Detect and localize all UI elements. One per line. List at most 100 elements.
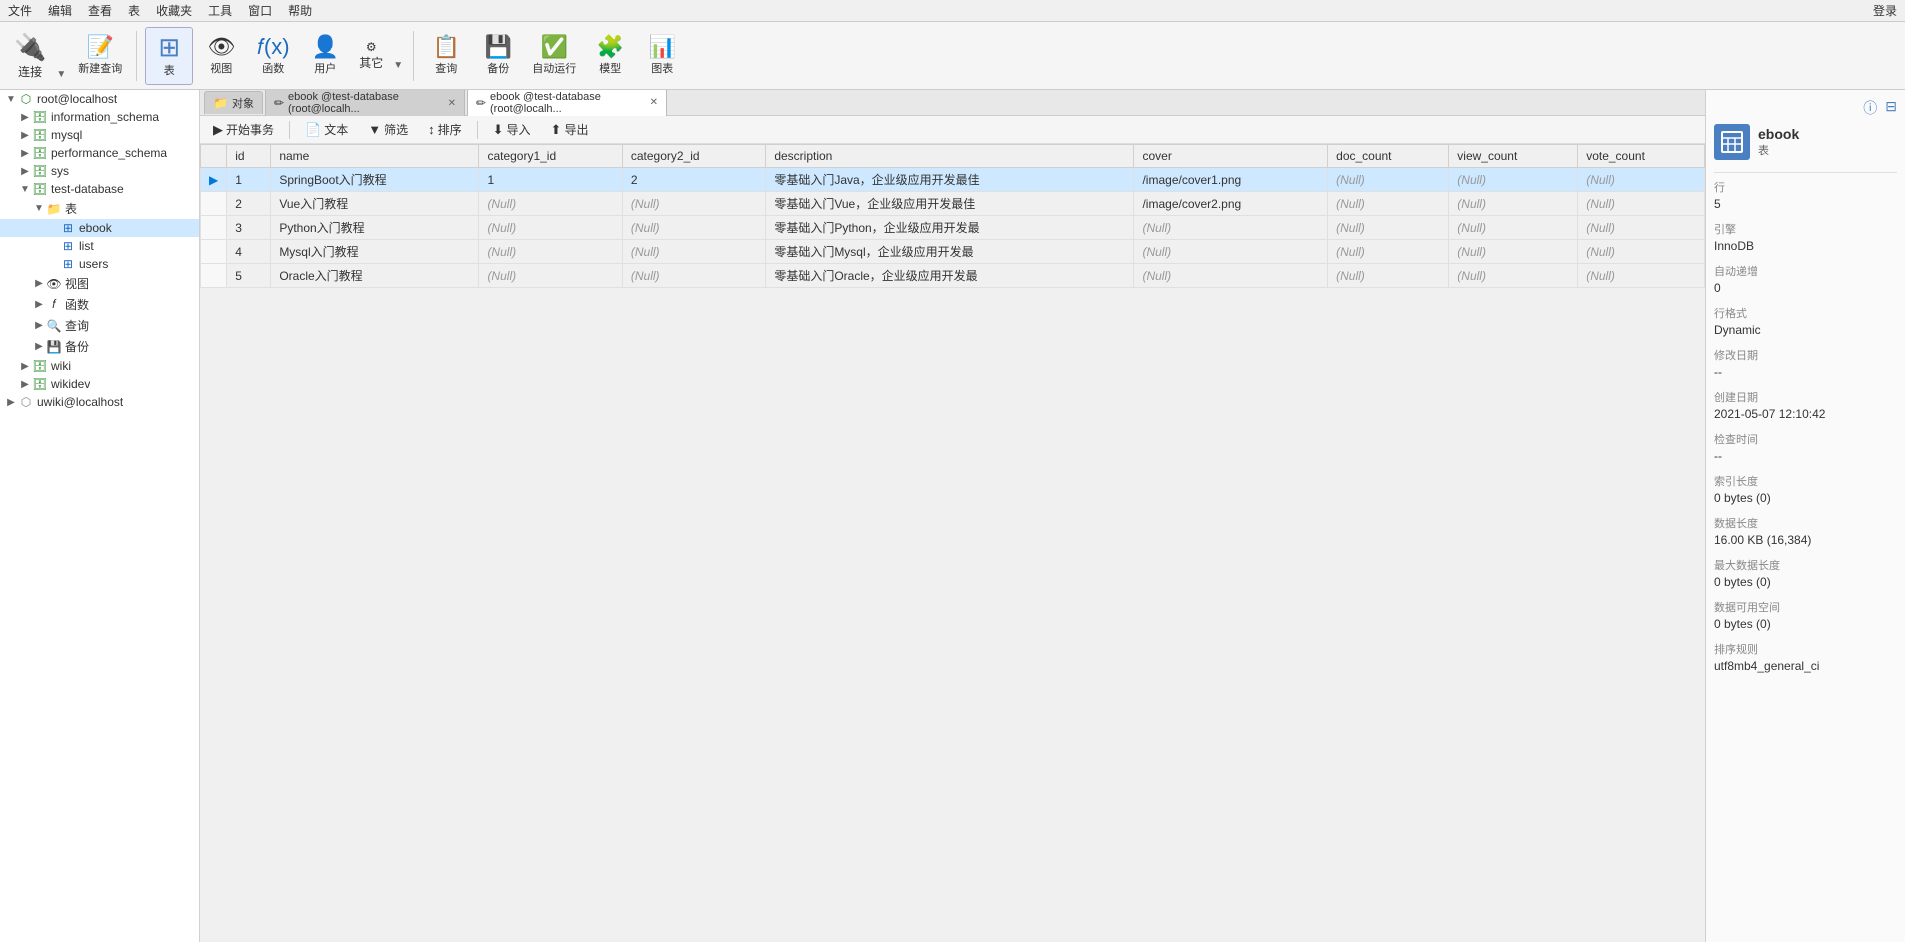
cell-category1_id[interactable]: (Null) bbox=[479, 240, 622, 264]
table-row[interactable]: 5Oracle入门教程(Null)(Null)零基础入门Oracle，企业级应用… bbox=[201, 264, 1705, 288]
th-id[interactable]: id bbox=[227, 145, 271, 168]
cell-category2_id[interactable]: (Null) bbox=[622, 192, 765, 216]
view-button[interactable]: 👁 视图 bbox=[197, 27, 245, 85]
sort-button[interactable]: ↕ 排序 bbox=[421, 118, 469, 141]
th-view-count[interactable]: view_count bbox=[1449, 145, 1578, 168]
sidebar-item-backup-group[interactable]: ▶ 💾 备份 bbox=[0, 336, 199, 357]
menu-view[interactable]: 查看 bbox=[88, 2, 112, 19]
cell-cover[interactable]: (Null) bbox=[1134, 240, 1328, 264]
cell-vote_count[interactable]: (Null) bbox=[1578, 264, 1705, 288]
table-button[interactable]: ⊞ 表 bbox=[145, 27, 193, 85]
autorun-button[interactable]: ✅ 自动运行 bbox=[526, 27, 582, 85]
cell-cover[interactable]: (Null) bbox=[1134, 216, 1328, 240]
cell-name[interactable]: Vue入门教程 bbox=[271, 192, 479, 216]
th-cover[interactable]: cover bbox=[1134, 145, 1328, 168]
cell-category2_id[interactable]: 2 bbox=[622, 168, 765, 192]
cell-doc_count[interactable]: (Null) bbox=[1328, 264, 1449, 288]
login-button[interactable]: 登录 bbox=[1873, 2, 1897, 19]
cell-vote_count[interactable]: (Null) bbox=[1578, 192, 1705, 216]
new-query-button[interactable]: 📝 新建查询 bbox=[72, 27, 128, 85]
filter-button[interactable]: ▼ 筛选 bbox=[361, 118, 415, 141]
menu-help[interactable]: 帮助 bbox=[288, 2, 312, 19]
table-row[interactable]: 4Mysql入门教程(Null)(Null)零基础入门Mysql，企业级应用开发… bbox=[201, 240, 1705, 264]
rp-close-button[interactable]: ⊟ bbox=[1885, 98, 1897, 118]
th-description[interactable]: description bbox=[766, 145, 1134, 168]
cell-name[interactable]: Mysql入门教程 bbox=[271, 240, 479, 264]
menu-table[interactable]: 表 bbox=[128, 2, 140, 19]
sidebar-item-uwiki-localhost[interactable]: ▶ ⬡ uwiki@localhost bbox=[0, 393, 199, 411]
cell-category1_id[interactable]: (Null) bbox=[479, 216, 622, 240]
table-row[interactable]: ▶1SpringBoot入门教程12零基础入门Java，企业级应用开发最佳/im… bbox=[201, 168, 1705, 192]
sidebar-item-test-database[interactable]: ▼ 🗄 test-database bbox=[0, 180, 199, 198]
cell-doc_count[interactable]: (Null) bbox=[1328, 240, 1449, 264]
sidebar-item-ebook[interactable]: ⊞ ebook bbox=[0, 219, 199, 237]
cell-description[interactable]: 零基础入门Python，企业级应用开发最 bbox=[766, 216, 1134, 240]
cell-name[interactable]: Oracle入门教程 bbox=[271, 264, 479, 288]
cell-view_count[interactable]: (Null) bbox=[1449, 240, 1578, 264]
cell-description[interactable]: 零基础入门Java，企业级应用开发最佳 bbox=[766, 168, 1134, 192]
cell-category1_id[interactable]: (Null) bbox=[479, 192, 622, 216]
menu-favorites[interactable]: 收藏夹 bbox=[156, 2, 192, 19]
query-button[interactable]: 📋 查询 bbox=[422, 27, 470, 85]
cell-cover[interactable]: (Null) bbox=[1134, 264, 1328, 288]
sidebar-item-wiki[interactable]: ▶ 🗄 wiki bbox=[0, 357, 199, 375]
sidebar-item-wikidev[interactable]: ▶ 🗄 wikidev bbox=[0, 375, 199, 393]
other-dropdown[interactable]: ▼ bbox=[391, 58, 405, 73]
import-button[interactable]: ⬇ 导入 bbox=[486, 118, 538, 141]
cell-name[interactable]: SpringBoot入门教程 bbox=[271, 168, 479, 192]
sidebar-item-mysql[interactable]: ▶ 🗄 mysql bbox=[0, 126, 199, 144]
cell-doc_count[interactable]: (Null) bbox=[1328, 192, 1449, 216]
begin-trans-button[interactable]: ▶ 开始事务 bbox=[206, 118, 281, 141]
menu-tools[interactable]: 工具 bbox=[208, 2, 232, 19]
connect-dropdown[interactable]: ▼ bbox=[54, 67, 68, 82]
sidebar-item-functions-group[interactable]: ▶ 𝑓 函数 bbox=[0, 294, 199, 315]
th-name[interactable]: name bbox=[271, 145, 479, 168]
tab-object[interactable]: 📁 对象 bbox=[204, 91, 263, 114]
cell-id[interactable]: 4 bbox=[227, 240, 271, 264]
export-button[interactable]: ⬆ 导出 bbox=[544, 118, 596, 141]
cell-cover[interactable]: /image/cover2.png bbox=[1134, 192, 1328, 216]
table-container[interactable]: id name category1_id category2_id descri… bbox=[200, 144, 1705, 942]
chart-button[interactable]: 📊 图表 bbox=[638, 27, 686, 85]
cell-view_count[interactable]: (Null) bbox=[1449, 168, 1578, 192]
cell-doc_count[interactable]: (Null) bbox=[1328, 216, 1449, 240]
menu-window[interactable]: 窗口 bbox=[248, 2, 272, 19]
text-button[interactable]: 📄 文本 bbox=[298, 118, 355, 141]
cell-cover[interactable]: /image/cover1.png bbox=[1134, 168, 1328, 192]
th-category2-id[interactable]: category2_id bbox=[622, 145, 765, 168]
cell-view_count[interactable]: (Null) bbox=[1449, 264, 1578, 288]
rp-info-button[interactable]: ⓘ bbox=[1863, 98, 1877, 118]
cell-id[interactable]: 1 bbox=[227, 168, 271, 192]
cell-id[interactable]: 2 bbox=[227, 192, 271, 216]
table-row[interactable]: 3Python入门教程(Null)(Null)零基础入门Python，企业级应用… bbox=[201, 216, 1705, 240]
cell-description[interactable]: 零基础入门Oracle，企业级应用开发最 bbox=[766, 264, 1134, 288]
cell-category1_id[interactable]: (Null) bbox=[479, 264, 622, 288]
sidebar-item-list[interactable]: ⊞ list bbox=[0, 237, 199, 255]
tab-ebook2-close[interactable]: ✕ bbox=[650, 97, 658, 108]
cell-category2_id[interactable]: (Null) bbox=[622, 216, 765, 240]
user-button[interactable]: 👤 用户 bbox=[301, 27, 349, 85]
cell-description[interactable]: 零基础入门Vue，企业级应用开发最佳 bbox=[766, 192, 1134, 216]
tab-ebook-1[interactable]: ✏ ebook @test-database (root@localh... ✕ bbox=[265, 90, 465, 118]
tab-ebook-2[interactable]: ✏ ebook @test-database (root@localh... ✕ bbox=[467, 90, 667, 119]
model-button[interactable]: 🧩 模型 bbox=[586, 27, 634, 85]
sidebar-item-tables-group[interactable]: ▼ 📁 表 bbox=[0, 198, 199, 219]
sidebar-item-performance-schema[interactable]: ▶ 🗄 performance_schema bbox=[0, 144, 199, 162]
cell-id[interactable]: 3 bbox=[227, 216, 271, 240]
cell-name[interactable]: Python入门教程 bbox=[271, 216, 479, 240]
cell-category2_id[interactable]: (Null) bbox=[622, 264, 765, 288]
cell-category1_id[interactable]: 1 bbox=[479, 168, 622, 192]
cell-category2_id[interactable]: (Null) bbox=[622, 240, 765, 264]
cell-view_count[interactable]: (Null) bbox=[1449, 216, 1578, 240]
table-row[interactable]: 2Vue入门教程(Null)(Null)零基础入门Vue，企业级应用开发最佳/i… bbox=[201, 192, 1705, 216]
connect-button[interactable]: 🔌 连接 bbox=[8, 30, 52, 82]
sidebar-item-information-schema[interactable]: ▶ 🗄 information_schema bbox=[0, 108, 199, 126]
sidebar-item-queries-group[interactable]: ▶ 🔍 查询 bbox=[0, 315, 199, 336]
menu-edit[interactable]: 编辑 bbox=[48, 2, 72, 19]
th-doc-count[interactable]: doc_count bbox=[1328, 145, 1449, 168]
sidebar-item-root-localhost[interactable]: ▼ ⬡ root@localhost bbox=[0, 90, 199, 108]
cell-vote_count[interactable]: (Null) bbox=[1578, 168, 1705, 192]
cell-id[interactable]: 5 bbox=[227, 264, 271, 288]
function-button[interactable]: 𝑓(x) 函数 bbox=[249, 27, 297, 85]
cell-vote_count[interactable]: (Null) bbox=[1578, 240, 1705, 264]
